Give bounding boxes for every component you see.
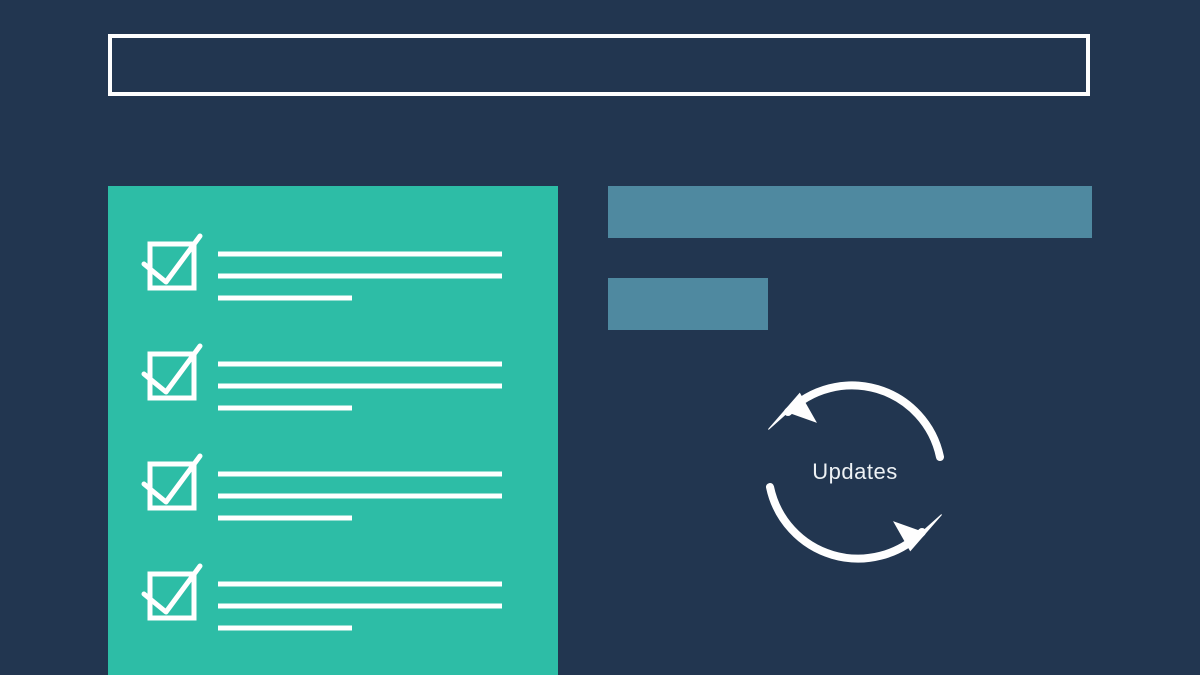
checklist-panel [108,186,558,675]
checklist-item-1 [144,236,502,298]
checklist-item-3 [144,456,502,518]
checklist-item-2 [144,346,502,408]
cycle-arrows-icon [735,352,975,592]
checklist-illustration [108,186,558,675]
stage: Updates [0,0,1200,675]
checklist-item-4 [144,566,502,628]
heading-bar-large [608,186,1092,238]
heading-bar-small [608,278,768,330]
title-bar [108,34,1090,96]
updates-cycle: Updates [735,352,975,592]
